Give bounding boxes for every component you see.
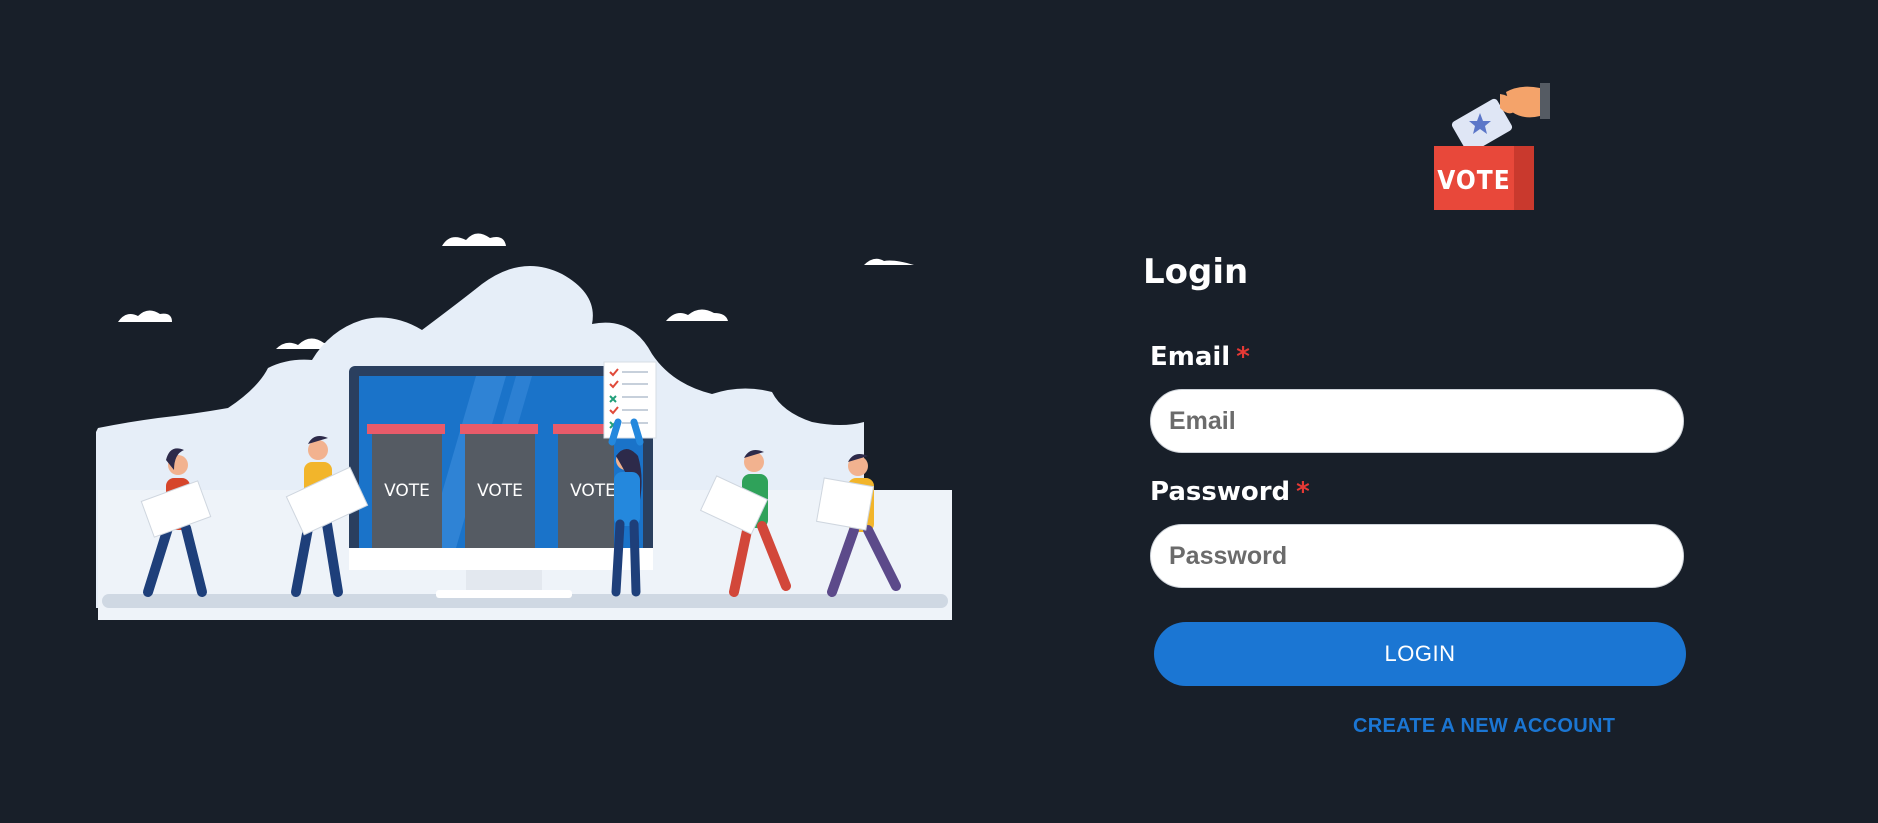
login-button[interactable]: LOGIN — [1154, 622, 1686, 686]
ballot-boxes: VOTE VOTE VOTE — [367, 424, 616, 548]
password-label-text: Password — [1150, 477, 1291, 507]
create-account-link[interactable]: CREATE A NEW ACCOUNT — [1353, 715, 1615, 738]
ballot-box-label: VOTE — [570, 481, 616, 501]
required-mark: * — [1236, 342, 1250, 372]
logo-text: VOTE — [1437, 166, 1510, 196]
required-mark: * — [1296, 477, 1310, 507]
password-input[interactable] — [1150, 524, 1684, 588]
page-title: Login — [1143, 252, 1249, 292]
ballot-box-label: VOTE — [384, 481, 430, 501]
email-input[interactable] — [1150, 389, 1684, 453]
cloud-shape — [118, 310, 172, 322]
password-label: Password * — [1150, 477, 1310, 507]
voting-illustration: VOTE VOTE VOTE — [96, 210, 954, 620]
email-label: Email * — [1150, 342, 1250, 372]
ballot-box-label: VOTE — [477, 481, 523, 501]
vote-logo: VOTE — [1430, 80, 1550, 212]
cloud-shape — [864, 258, 914, 265]
cloud-shape — [442, 233, 506, 246]
cloud-shape — [666, 309, 728, 321]
email-label-text: Email — [1150, 342, 1231, 372]
